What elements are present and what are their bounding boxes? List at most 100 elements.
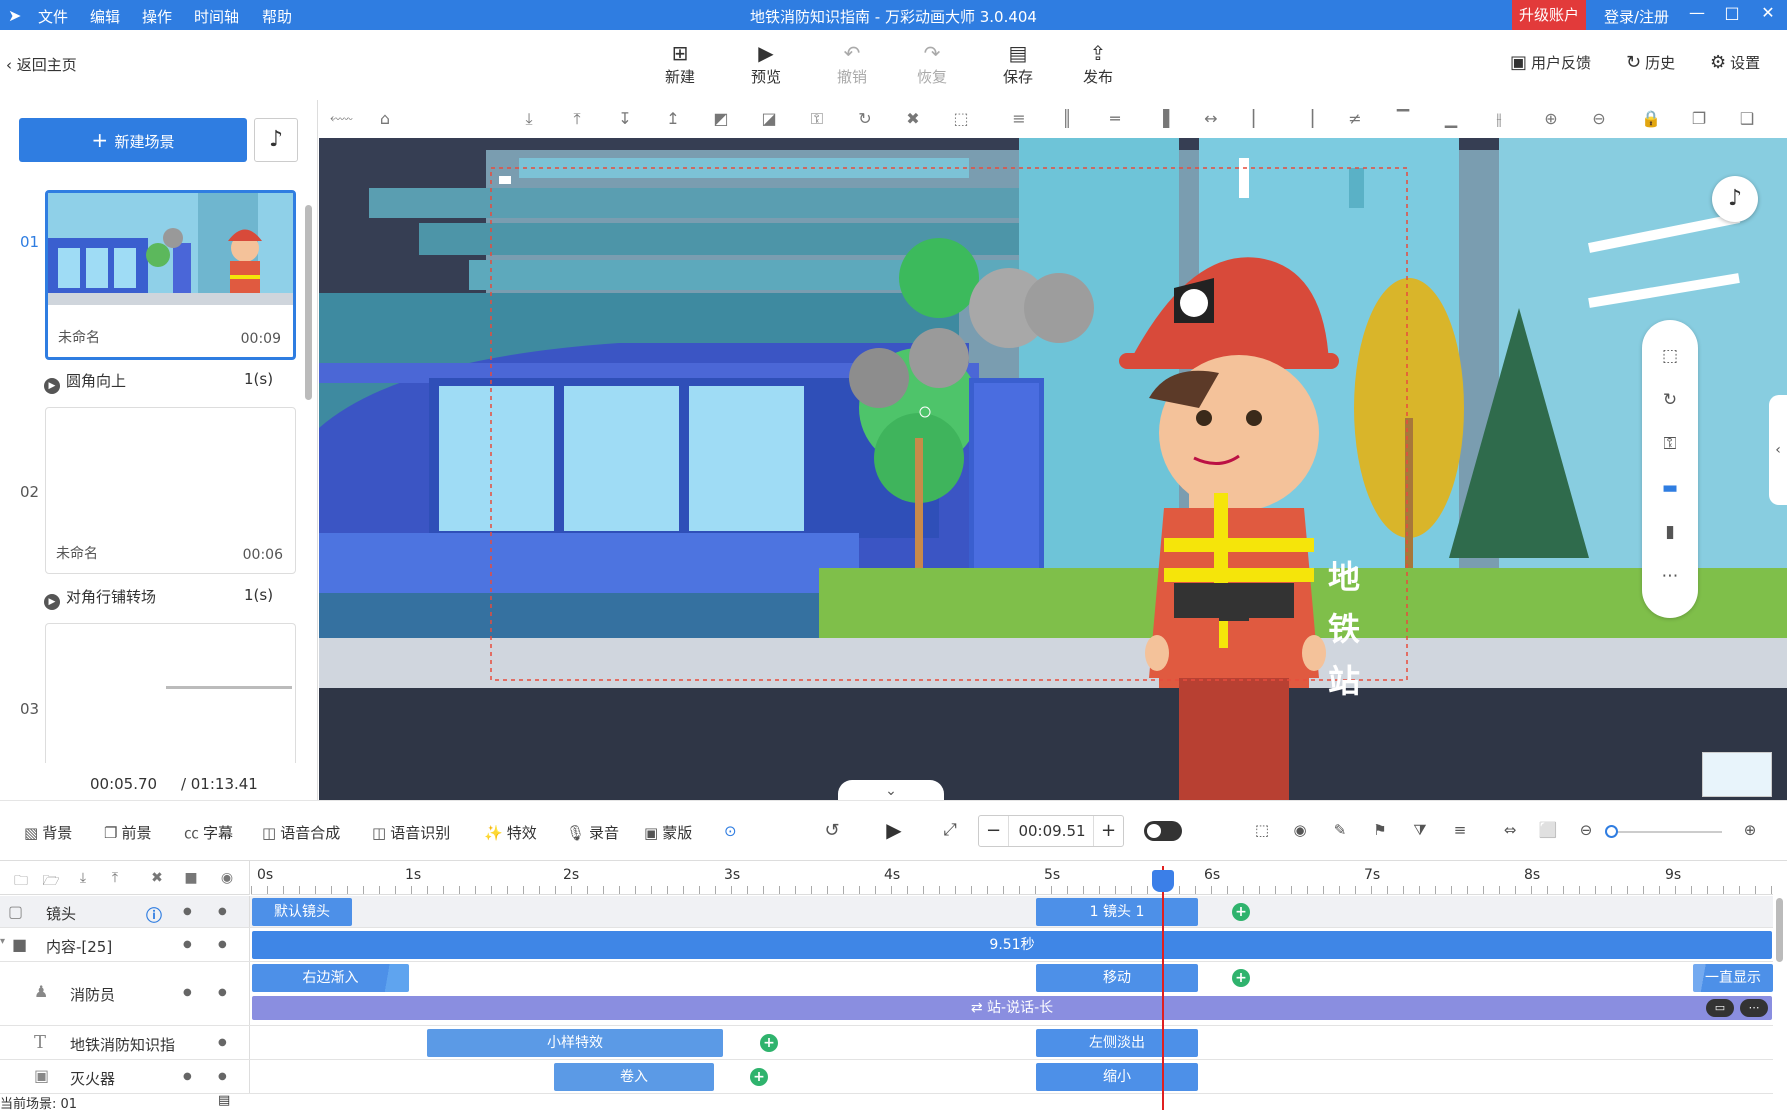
- vip-tool-icon[interactable]: ⬚: [1252, 821, 1272, 841]
- login-register-link[interactable]: 登录/注册: [1604, 6, 1669, 27]
- track-content[interactable]: ▾ ■ 内容-[25] ● ● 9.51秒: [0, 928, 1773, 962]
- minus-icon[interactable]: −: [979, 816, 1009, 846]
- record-button[interactable]: 🎙 录音: [566, 822, 619, 843]
- filter-icon[interactable]: ⧩: [1410, 821, 1430, 841]
- playhead[interactable]: [1162, 866, 1164, 1110]
- more-icon[interactable]: ⋯: [1660, 566, 1680, 586]
- layout-icon[interactable]: ▤: [218, 1093, 230, 1108]
- marker-icon[interactable]: ⚑: [1370, 821, 1390, 841]
- add-folder-icon[interactable]: 🗁: [42, 870, 60, 889]
- fullscreen-icon[interactable]: ⤢: [940, 820, 960, 840]
- dot-icon[interactable]: ●: [183, 1071, 192, 1082]
- unlock-icon[interactable]: ⚿: [1660, 434, 1680, 454]
- eye-icon[interactable]: ◉: [218, 870, 236, 888]
- comment-icon[interactable]: ▭: [1706, 999, 1734, 1017]
- new-folder-icon[interactable]: 🗀: [12, 870, 30, 889]
- edit-icon[interactable]: ✎: [1330, 821, 1350, 841]
- equal-width-icon[interactable]: ↔: [1200, 108, 1222, 130]
- camera-icon[interactable]: ◉: [1290, 821, 1310, 841]
- time-value[interactable]: 00:09.51: [1009, 816, 1095, 846]
- align-left-icon[interactable]: ▏: [1248, 108, 1270, 130]
- transition-2[interactable]: ▶ 对角行铺转场 1(s): [44, 586, 273, 610]
- plus-icon[interactable]: +: [1093, 816, 1123, 846]
- move-up-icon[interactable]: ⤒: [106, 870, 124, 888]
- undo-button[interactable]: ↶ 撤销: [822, 40, 882, 87]
- distribute-v-icon[interactable]: ▐: [1152, 108, 1174, 130]
- move-block[interactable]: 移动: [1036, 964, 1198, 992]
- align-base-icon[interactable]: ▁: [1440, 108, 1462, 130]
- more-options-icon[interactable]: ⊙: [724, 822, 737, 840]
- fade-out-left-block[interactable]: 左侧淡出: [1036, 1029, 1198, 1057]
- chevron-left-icon[interactable]: ‹: [1769, 395, 1787, 505]
- help-icon[interactable]: ⓘ: [146, 902, 162, 926]
- delete-icon[interactable]: ✖: [902, 108, 924, 130]
- expand-arrow-icon[interactable]: ▾: [0, 936, 5, 947]
- zoom-in-icon[interactable]: ⊕: [1540, 108, 1562, 130]
- dot-icon[interactable]: ●: [218, 906, 227, 917]
- foreground-button[interactable]: ❐ 前景: [104, 822, 151, 843]
- delete-icon[interactable]: ✖: [148, 870, 166, 888]
- effects-button[interactable]: ✨ 特效: [484, 822, 537, 843]
- scene-card-1[interactable]: 未命名 00:09: [45, 190, 296, 360]
- play-icon[interactable]: ▶: [884, 818, 904, 842]
- distribute-icon[interactable]: ⫲: [1488, 108, 1510, 130]
- transition-1[interactable]: ▶ 圆角向上 1(s): [44, 370, 273, 394]
- dot-icon[interactable]: ●: [218, 1071, 227, 1082]
- zoom-slider-knob[interactable]: [1605, 825, 1618, 838]
- preview-button[interactable]: ▶ 预览: [736, 40, 796, 87]
- scene-scrollbar[interactable]: [305, 205, 312, 400]
- sliders-icon[interactable]: ≡: [1450, 821, 1470, 841]
- replay-icon[interactable]: ↺: [822, 820, 842, 841]
- enter-right-block[interactable]: 右边渐入: [252, 964, 409, 992]
- lock-icon[interactable]: ■: [182, 870, 200, 888]
- playhead-handle[interactable]: [1152, 870, 1174, 892]
- add-keyframe-icon[interactable]: +: [1232, 903, 1250, 921]
- home-icon[interactable]: ⌂: [374, 108, 396, 130]
- align-bottom-icon[interactable]: ═: [1104, 108, 1126, 130]
- desktop-icon[interactable]: ▬: [1660, 478, 1680, 498]
- dot-icon[interactable]: ●: [183, 906, 192, 917]
- minimize-icon[interactable]: —: [1685, 3, 1709, 27]
- upgrade-button[interactable]: 升级账户: [1512, 0, 1586, 30]
- content-duration-block[interactable]: 9.51秒: [252, 931, 1772, 959]
- dot-icon[interactable]: ●: [183, 939, 192, 950]
- scene-card-3[interactable]: [45, 623, 296, 763]
- timeline-scrollbar[interactable]: [1776, 898, 1783, 962]
- more-icon[interactable]: ⋯: [1740, 999, 1768, 1017]
- track-firefighter[interactable]: ♟ 消防员 ● ● 右边渐入 移动 + 一直显示 ⇄ 站-说话-长 ▭ ⋯: [0, 962, 1773, 1026]
- dot-icon[interactable]: ●: [218, 1037, 227, 1048]
- back-home-button[interactable]: ‹ 返回主页: [6, 54, 77, 75]
- music-note-icon[interactable]: ♪: [254, 118, 298, 162]
- move-down-icon[interactable]: ⤓: [74, 870, 92, 888]
- add-keyframe-icon[interactable]: +: [760, 1034, 778, 1052]
- action-block[interactable]: ⇄ 站-说话-长 ▭ ⋯: [252, 996, 1772, 1020]
- zoom-in-icon[interactable]: ⊕: [1740, 821, 1760, 841]
- distribute-h-icon[interactable]: ║: [1056, 108, 1078, 130]
- ratio-icon[interactable]: ⬜: [1538, 821, 1558, 841]
- time-ruler[interactable]: 0s 1s 2s 3s 4s 5s 6s 7s 8s 9s: [251, 861, 1773, 895]
- default-camera-block[interactable]: 默认镜头: [252, 898, 352, 926]
- shrink-block[interactable]: 缩小: [1036, 1063, 1198, 1091]
- align-center-h-icon[interactable]: ≡: [1008, 108, 1030, 130]
- zoom-out-icon[interactable]: ⊖: [1588, 108, 1610, 130]
- rotate-icon[interactable]: ↻: [1660, 390, 1680, 410]
- speech-recognition-button[interactable]: ◫ 语音识别: [372, 822, 450, 843]
- add-keyframe-icon[interactable]: +: [750, 1068, 768, 1086]
- lock-icon[interactable]: 🔒: [1640, 108, 1662, 130]
- toggle-switch[interactable]: [1144, 821, 1182, 841]
- roll-in-block[interactable]: 卷入: [554, 1063, 714, 1091]
- dot-icon[interactable]: ●: [218, 987, 227, 998]
- track-extinguisher[interactable]: ▣ 灭火器 ● ● 卷入 + 缩小: [0, 1060, 1773, 1094]
- align-middle-icon[interactable]: ≠: [1344, 108, 1366, 130]
- track-camera[interactable]: ▢ 镜头 ⓘ ● ● 默认镜头 1 镜头 1 +: [0, 896, 1773, 928]
- fit-width-icon[interactable]: ⇔: [1500, 821, 1520, 841]
- maximize-icon[interactable]: □: [1720, 3, 1744, 27]
- move-down-icon[interactable]: ↧: [614, 108, 636, 130]
- background-button[interactable]: ▧ 背景: [24, 822, 72, 843]
- align-right-icon[interactable]: ▕: [1296, 108, 1318, 130]
- add-keyframe-icon[interactable]: +: [1232, 969, 1250, 987]
- chevron-down-icon[interactable]: ⌄: [838, 780, 944, 802]
- unlock-icon[interactable]: ⚿: [806, 108, 828, 130]
- move-bottom-icon[interactable]: ⤓: [518, 108, 540, 130]
- track-text[interactable]: T 地铁消防知识指 ● 小样特效 + 左侧淡出: [0, 1026, 1773, 1060]
